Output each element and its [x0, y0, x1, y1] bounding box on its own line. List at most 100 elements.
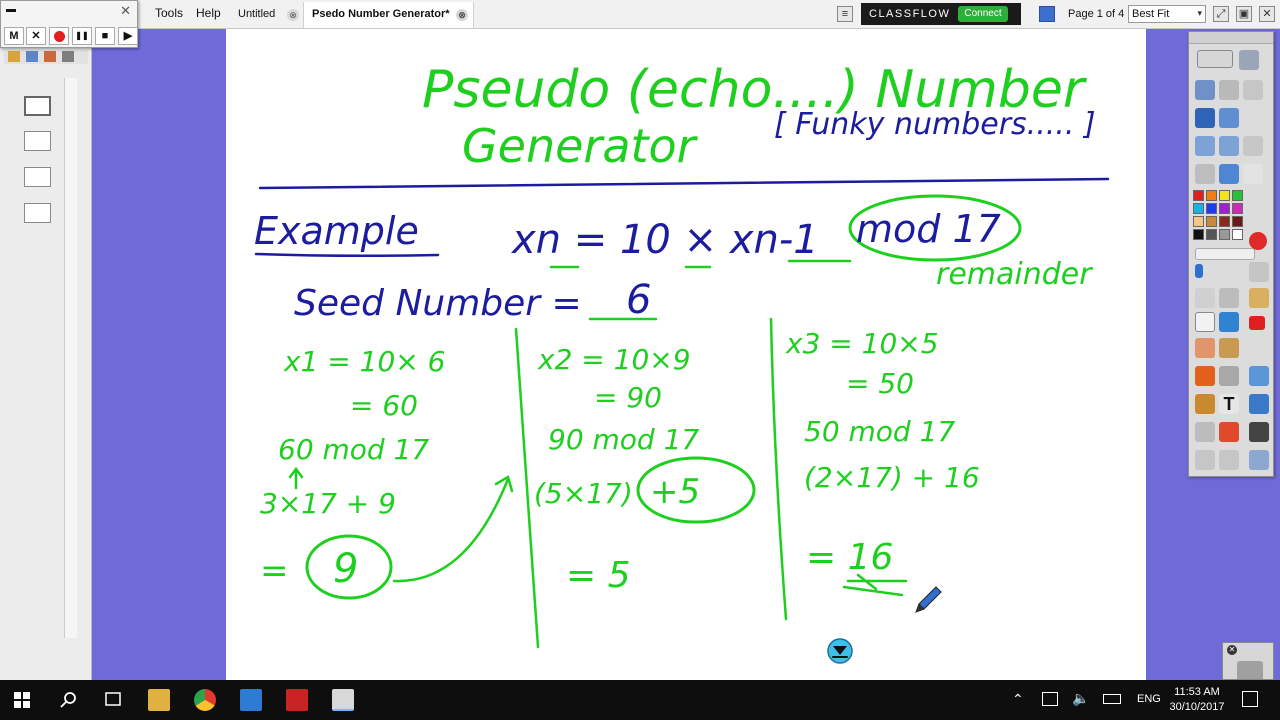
globe-icon[interactable] [1219, 164, 1239, 184]
recorder-cancel-button[interactable]: ✕ [26, 27, 46, 45]
windows-start-icon[interactable] [14, 692, 30, 708]
tools-icon[interactable] [1219, 108, 1239, 128]
pen-icon[interactable] [1195, 312, 1215, 332]
color-blue-swatch[interactable] [1206, 203, 1217, 214]
scissors-icon[interactable] [1243, 136, 1263, 156]
volume-icon[interactable]: 🔈 [1072, 690, 1089, 707]
select-icon[interactable] [1195, 288, 1215, 308]
close-window-icon[interactable]: ✕ [1259, 6, 1275, 22]
mcafee-icon[interactable] [286, 689, 308, 711]
color-orange-swatch[interactable] [1206, 190, 1217, 201]
page-browser-scrollbar[interactable] [64, 78, 77, 638]
color-green-swatch[interactable] [1232, 190, 1243, 201]
settings-icon[interactable] [62, 51, 74, 62]
spotlight-icon[interactable] [1195, 164, 1215, 184]
color-red-swatch[interactable] [1193, 190, 1204, 201]
activinspire-icon[interactable] [332, 689, 354, 711]
close-icon[interactable]: ⊗ [456, 9, 468, 21]
page-thumbnail-4[interactable] [24, 203, 51, 223]
record-button[interactable] [49, 27, 69, 45]
camera-icon[interactable] [1195, 108, 1215, 128]
internet-explorer-icon[interactable] [240, 689, 262, 711]
share-icon[interactable] [1197, 50, 1233, 68]
close-icon[interactable]: ✕ [1227, 645, 1237, 655]
highlighter-icon[interactable] [1219, 312, 1239, 332]
fit-page-icon[interactable]: ⤢ [1213, 6, 1229, 22]
connector-icon[interactable] [1219, 366, 1239, 386]
next-page-icon[interactable] [1219, 136, 1239, 156]
file-explorer-icon[interactable] [148, 689, 170, 711]
pause-button[interactable]: ❚❚ [72, 27, 92, 45]
stop-button[interactable]: ■ [95, 27, 115, 45]
tab-untitled[interactable]: Untitled ⊗ [230, 2, 304, 28]
resources-icon[interactable] [44, 51, 56, 62]
undo-icon[interactable] [1195, 450, 1215, 470]
reset-page-icon[interactable] [1219, 422, 1239, 442]
keyboard-icon[interactable] [1249, 394, 1269, 414]
color-peach-swatch[interactable] [1193, 216, 1204, 227]
grid-icon[interactable] [1243, 80, 1263, 100]
tab-psedo-number-generator[interactable]: Psedo Number Generator* ⊗ [304, 2, 474, 28]
redo-icon[interactable] [1219, 450, 1239, 470]
flipchart-page[interactable]: Pseudo (echo....) Number Generator [ Fun… [226, 29, 1146, 680]
color-cyan-swatch[interactable] [1193, 203, 1204, 214]
ruler-icon[interactable] [1249, 366, 1269, 386]
network-icon[interactable] [1042, 692, 1058, 706]
clear-annotations-icon[interactable] [1249, 422, 1269, 442]
recorder-menu-button[interactable]: M [4, 27, 24, 45]
color-brown-swatch[interactable] [1219, 216, 1230, 227]
search-icon[interactable] [60, 691, 78, 709]
transparency-slider[interactable] [1195, 264, 1203, 278]
page-thumbnail-3[interactable] [24, 167, 51, 187]
delete-icon[interactable] [1249, 316, 1265, 330]
color-yellow-swatch[interactable] [1219, 190, 1230, 201]
magic-wand-icon[interactable] [1219, 288, 1239, 308]
page-thumbnail-2[interactable] [24, 131, 51, 151]
close-icon[interactable]: ✕ [120, 3, 131, 19]
color-tan-swatch[interactable] [1206, 216, 1217, 227]
shape-icon[interactable] [1195, 366, 1215, 386]
folder-icon[interactable] [8, 51, 20, 62]
notifications-icon[interactable] [1242, 691, 1258, 707]
page-thumbnail-icon[interactable] [1039, 6, 1055, 22]
color-white-swatch[interactable] [1232, 229, 1243, 240]
page-thumbnail-1[interactable] [24, 96, 51, 116]
keyboard-icon[interactable] [1103, 694, 1121, 704]
text-icon[interactable]: T [1219, 394, 1239, 414]
eraser-icon[interactable] [1195, 338, 1215, 358]
printer-icon[interactable] [1249, 262, 1269, 282]
contacts-icon[interactable] [1219, 80, 1239, 100]
page-scroll-down-icon[interactable] [827, 638, 853, 664]
clock[interactable]: 11:53 AM 30/10/2017 [1166, 685, 1228, 715]
fill-icon[interactable] [1219, 338, 1239, 358]
color-purple-swatch[interactable] [1219, 203, 1230, 214]
palette-header[interactable] [1189, 32, 1273, 44]
previous-page-icon[interactable] [1195, 136, 1215, 156]
flipchart-canvas[interactable]: Pseudo (echo....) Number Generator [ Fun… [226, 29, 1146, 680]
connect-button[interactable]: Connect [958, 6, 1008, 22]
color-maroon-swatch[interactable] [1232, 216, 1243, 227]
palette-menu-icon[interactable] [1249, 450, 1269, 470]
pages-icon[interactable] [26, 51, 38, 62]
restore-window-icon[interactable]: ▣ [1236, 6, 1252, 22]
task-view-icon[interactable] [103, 692, 123, 708]
desktop-annotate-icon[interactable] [1195, 80, 1215, 100]
color-magenta-swatch[interactable] [1232, 203, 1243, 214]
copy-icon[interactable] [1243, 164, 1263, 184]
trash-icon[interactable] [1237, 661, 1263, 679]
language-indicator[interactable]: ENG [1137, 693, 1161, 705]
page-view-icon[interactable]: ≡ [837, 6, 853, 22]
user-icon[interactable] [1239, 50, 1259, 70]
close-icon[interactable]: ⊗ [287, 9, 299, 21]
menu-help[interactable]: Help [196, 6, 221, 20]
chevron-up-icon[interactable]: ⌃ [1012, 691, 1024, 708]
color-darkgray-swatch[interactable] [1206, 229, 1217, 240]
play-button[interactable]: ▶ [118, 27, 138, 45]
chrome-icon[interactable] [194, 689, 216, 711]
edit-icon[interactable] [1249, 288, 1269, 308]
trash-widget[interactable]: ✕ [1222, 642, 1274, 680]
handwriting-icon[interactable] [1195, 394, 1215, 414]
zoom-select[interactable]: Best Fit ▾ [1128, 5, 1206, 23]
color-black-swatch[interactable] [1193, 229, 1204, 240]
menu-tools[interactable]: Tools [155, 6, 183, 20]
